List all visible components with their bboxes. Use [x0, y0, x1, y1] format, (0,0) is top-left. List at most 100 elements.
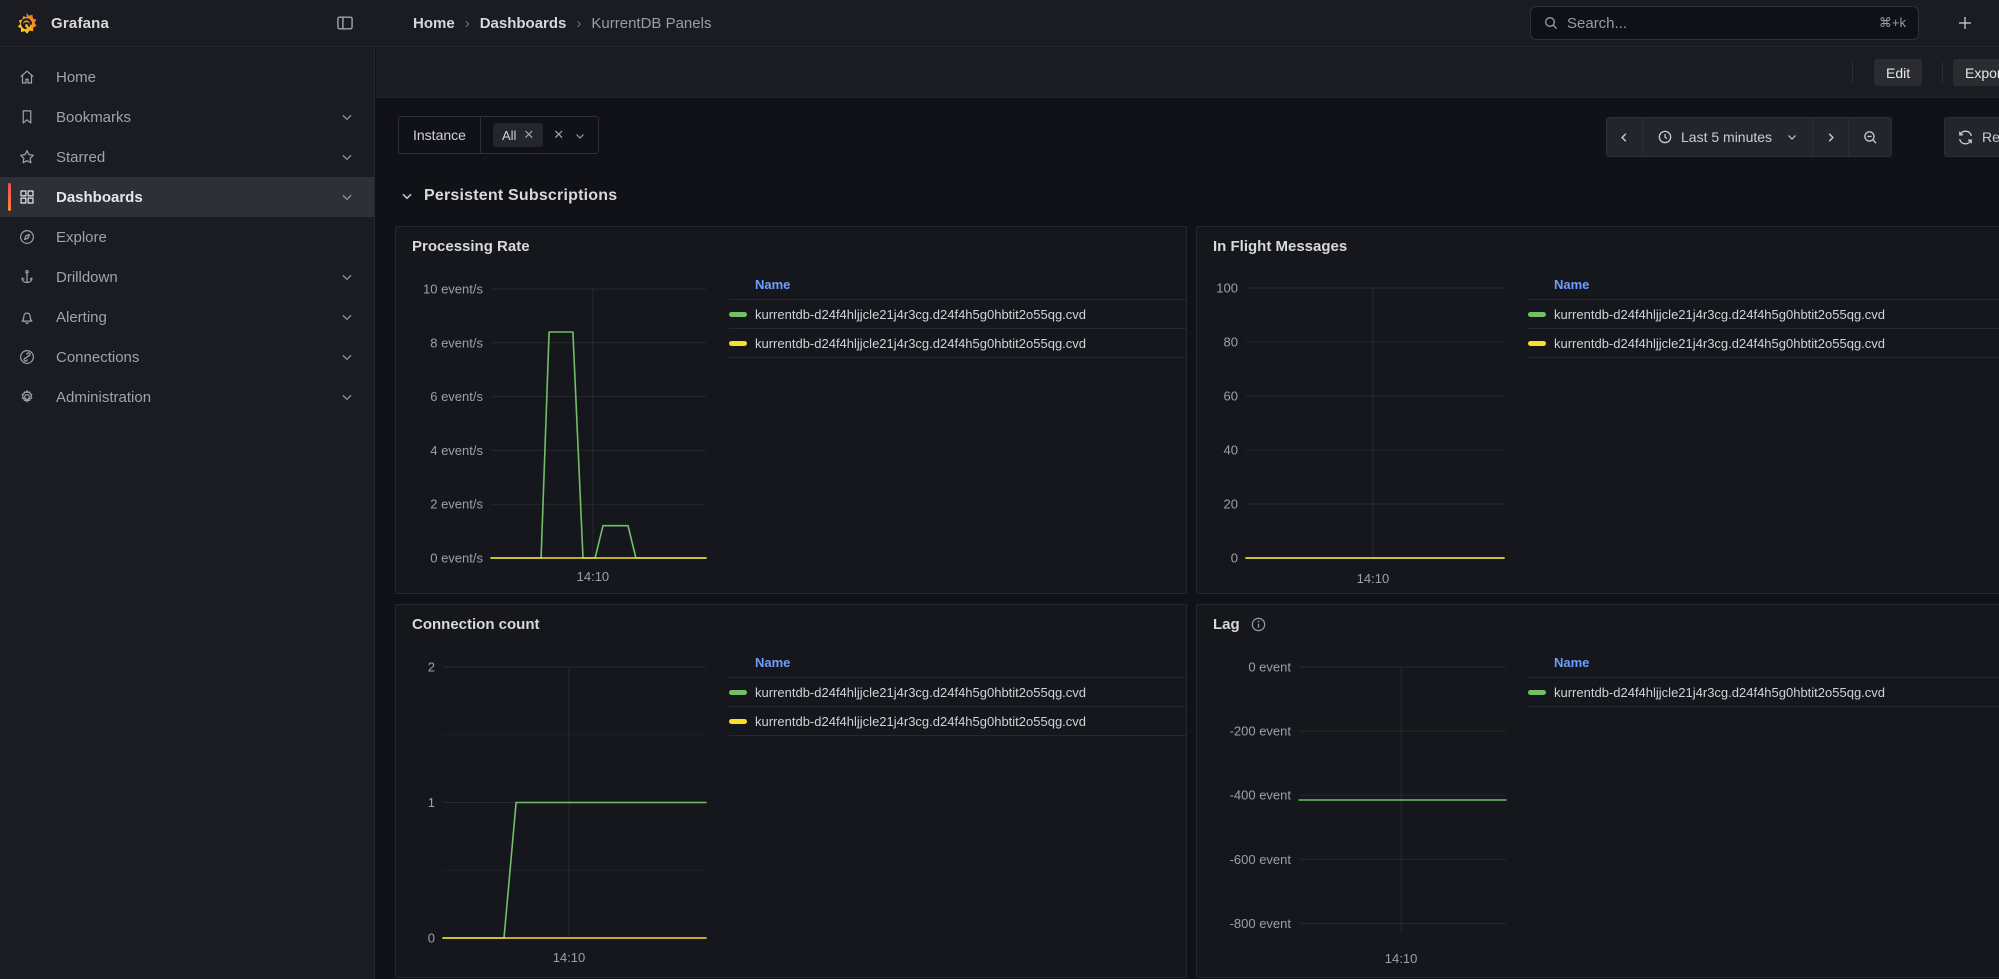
- breadcrumb-separator-icon: ›: [576, 15, 581, 32]
- sidebar-item-label: Starred: [56, 149, 320, 166]
- export-button[interactable]: Export: [1953, 59, 1999, 86]
- series-color-swatch[interactable]: [1528, 341, 1546, 346]
- legend-header-name[interactable]: Name: [1528, 655, 1999, 678]
- dashboard-actions-bar: Edit Export: [376, 47, 1999, 98]
- breadcrumb-item-home[interactable]: Home: [413, 15, 455, 32]
- series-name-label[interactable]: kurrentdb-d24f4hljjcle21j4r3cg.d24f4h5g0…: [1554, 336, 1885, 351]
- legend-row[interactable]: kurrentdb-d24f4hljjcle21j4r3cg.d24f4h5g0…: [729, 329, 1186, 358]
- grafana-dashboard-page: { "header": { "brand": "Grafana", "bread…: [0, 0, 1999, 979]
- chevron-down-icon: [1786, 131, 1798, 143]
- sidebar-item-drilldown[interactable]: Drilldown: [0, 257, 374, 297]
- breadcrumb-item-dashboards[interactable]: Dashboards: [480, 15, 567, 32]
- series-color-swatch[interactable]: [729, 312, 747, 317]
- series-color-swatch[interactable]: [729, 341, 747, 346]
- sidebar-item-home[interactable]: Home: [0, 57, 374, 97]
- chevron-down-icon: [340, 150, 354, 164]
- y-axis-tick-label: -400 event: [1230, 788, 1292, 803]
- y-axis-tick-label: 1: [428, 795, 435, 810]
- zoom-out-time-button[interactable]: [1848, 117, 1892, 157]
- y-axis-tick-label: 100: [1216, 281, 1238, 296]
- panel-connection-count: Connection count21014:10Namekurrentdb-d2…: [395, 604, 1187, 978]
- legend-row[interactable]: kurrentdb-d24f4hljjcle21j4r3cg.d24f4h5g0…: [729, 300, 1186, 329]
- legend-header-name[interactable]: Name: [729, 277, 1186, 300]
- search-shortcut-hint: ⌘+k: [1879, 15, 1906, 31]
- series-name-label[interactable]: kurrentdb-d24f4hljjcle21j4r3cg.d24f4h5g0…: [755, 307, 1086, 322]
- time-shift-forward-button[interactable]: [1812, 117, 1849, 157]
- time-range-picker[interactable]: Last 5 minutes: [1642, 117, 1813, 157]
- instance-filter-value: All: [502, 128, 516, 143]
- sidebar-item-label: Explore: [56, 229, 320, 246]
- sidebar-item-administration[interactable]: Administration: [0, 377, 374, 417]
- y-axis-tick-label: 0: [428, 931, 435, 946]
- sidebar-item-label: Connections: [56, 349, 320, 366]
- series-name-label[interactable]: kurrentdb-d24f4hljjcle21j4r3cg.d24f4h5g0…: [755, 714, 1086, 729]
- series-color-swatch[interactable]: [1528, 312, 1546, 317]
- edit-button[interactable]: Edit: [1874, 59, 1922, 86]
- y-axis-tick-label: 8 event/s: [430, 335, 483, 350]
- sidebar-item-explore[interactable]: Explore: [0, 217, 374, 257]
- legend-row[interactable]: kurrentdb-d24f4hljjcle21j4r3cg.d24f4h5g0…: [1528, 329, 1999, 358]
- chevron-down-icon: [340, 390, 354, 404]
- series-color-swatch[interactable]: [729, 690, 747, 695]
- series-name-label[interactable]: kurrentdb-d24f4hljjcle21j4r3cg.d24f4h5g0…: [755, 336, 1086, 351]
- chevron-down-icon: [340, 310, 354, 324]
- grafana-logo-icon[interactable]: [14, 11, 39, 36]
- refresh-button[interactable]: Refresh: [1944, 117, 1999, 157]
- time-shift-back-button[interactable]: [1606, 117, 1643, 157]
- legend-row[interactable]: kurrentdb-d24f4hljjcle21j4r3cg.d24f4h5g0…: [729, 678, 1186, 707]
- panel-processing-rate: Processing Rate10 event/s8 event/s6 even…: [395, 226, 1187, 594]
- breadcrumb-separator-icon: ›: [465, 15, 470, 32]
- series-color-swatch[interactable]: [729, 719, 747, 724]
- legend-header-name[interactable]: Name: [1528, 277, 1999, 300]
- section-persistent-subscriptions[interactable]: Persistent Subscriptions: [400, 183, 617, 209]
- sidebar-toggle-icon[interactable]: [335, 13, 355, 33]
- y-axis-tick-label: 2: [428, 660, 435, 675]
- legend-in-flight-messages: Name kurrentdb-d24f4hljjcle21j4r3cg.d24f4…: [1528, 277, 1999, 358]
- time-range-label: Last 5 minutes: [1681, 129, 1772, 145]
- legend-row[interactable]: kurrentdb-d24f4hljjcle21j4r3cg.d24f4h5g0…: [729, 707, 1186, 736]
- chevron-down-icon[interactable]: [574, 129, 586, 141]
- legend-row[interactable]: kurrentdb-d24f4hljjcle21j4r3cg.d24f4h5g0…: [1528, 678, 1999, 707]
- legend-row[interactable]: kurrentdb-d24f4hljjcle21j4r3cg.d24f4h5g0…: [1528, 300, 1999, 329]
- sidebar-item-label: Alerting: [56, 309, 320, 326]
- legend-lag: Name kurrentdb-d24f4hljjcle21j4r3cg.d24f4…: [1528, 655, 1999, 707]
- sidebar-item-alerting[interactable]: Alerting: [0, 297, 374, 337]
- sidebar-item-connections[interactable]: Connections: [0, 337, 374, 377]
- series-name-label[interactable]: kurrentdb-d24f4hljjcle21j4r3cg.d24f4h5g0…: [1554, 307, 1885, 322]
- section-title: Persistent Subscriptions: [424, 187, 617, 205]
- clock-icon: [1657, 129, 1673, 145]
- x-axis-tick-label: 14:10: [553, 950, 586, 965]
- legend-processing-rate: Name kurrentdb-d24f4hljjcle21j4r3cg.d24f4…: [729, 277, 1186, 358]
- chevron-down-icon: [340, 270, 354, 284]
- clear-filter-icon[interactable]: ✕: [553, 127, 564, 143]
- panel-lag: Lag0 event-200 event-400 event-600 event…: [1196, 604, 1999, 978]
- brand-label[interactable]: Grafana: [51, 15, 109, 32]
- y-axis-tick-label: 6 event/s: [430, 389, 483, 404]
- search-input[interactable]: [1567, 15, 1871, 32]
- y-axis-tick-label: 0 event: [1248, 660, 1291, 675]
- y-axis-tick-label: 20: [1224, 497, 1238, 512]
- bookmark-icon: [18, 108, 36, 126]
- search-icon: [1543, 15, 1559, 31]
- sidebar-item-label: Drilldown: [56, 269, 320, 286]
- sidebar-item-starred[interactable]: Starred: [0, 137, 374, 177]
- instance-filter-value-pill[interactable]: All ✕: [493, 123, 543, 147]
- remove-value-icon[interactable]: ✕: [523, 127, 534, 143]
- search-box[interactable]: ⌘+k: [1530, 6, 1919, 40]
- legend-header-name[interactable]: Name: [729, 655, 1186, 678]
- add-new-button[interactable]: [1952, 11, 1978, 35]
- y-axis-tick-label: 0: [1231, 551, 1238, 566]
- series-name-label[interactable]: kurrentdb-d24f4hljjcle21j4r3cg.d24f4h5g0…: [1554, 685, 1885, 700]
- y-axis-tick-label: -200 event: [1230, 724, 1292, 739]
- gear-icon: [18, 388, 36, 406]
- y-axis-tick-label: -800 event: [1230, 916, 1292, 931]
- chevron-down-icon: [340, 190, 354, 204]
- sidebar-item-dashboards[interactable]: Dashboards: [0, 177, 374, 217]
- y-axis-tick-label: 80: [1224, 335, 1238, 350]
- sidebar-item-bookmarks[interactable]: Bookmarks: [0, 97, 374, 137]
- instance-filter-label: Instance: [399, 117, 481, 153]
- series-color-swatch[interactable]: [1528, 690, 1546, 695]
- series-name-label[interactable]: kurrentdb-d24f4hljjcle21j4r3cg.d24f4h5g0…: [755, 685, 1086, 700]
- legend-connection-count: Name kurrentdb-d24f4hljjcle21j4r3cg.d24f4…: [729, 655, 1186, 736]
- time-controls: Last 5 minutes: [1606, 117, 1892, 157]
